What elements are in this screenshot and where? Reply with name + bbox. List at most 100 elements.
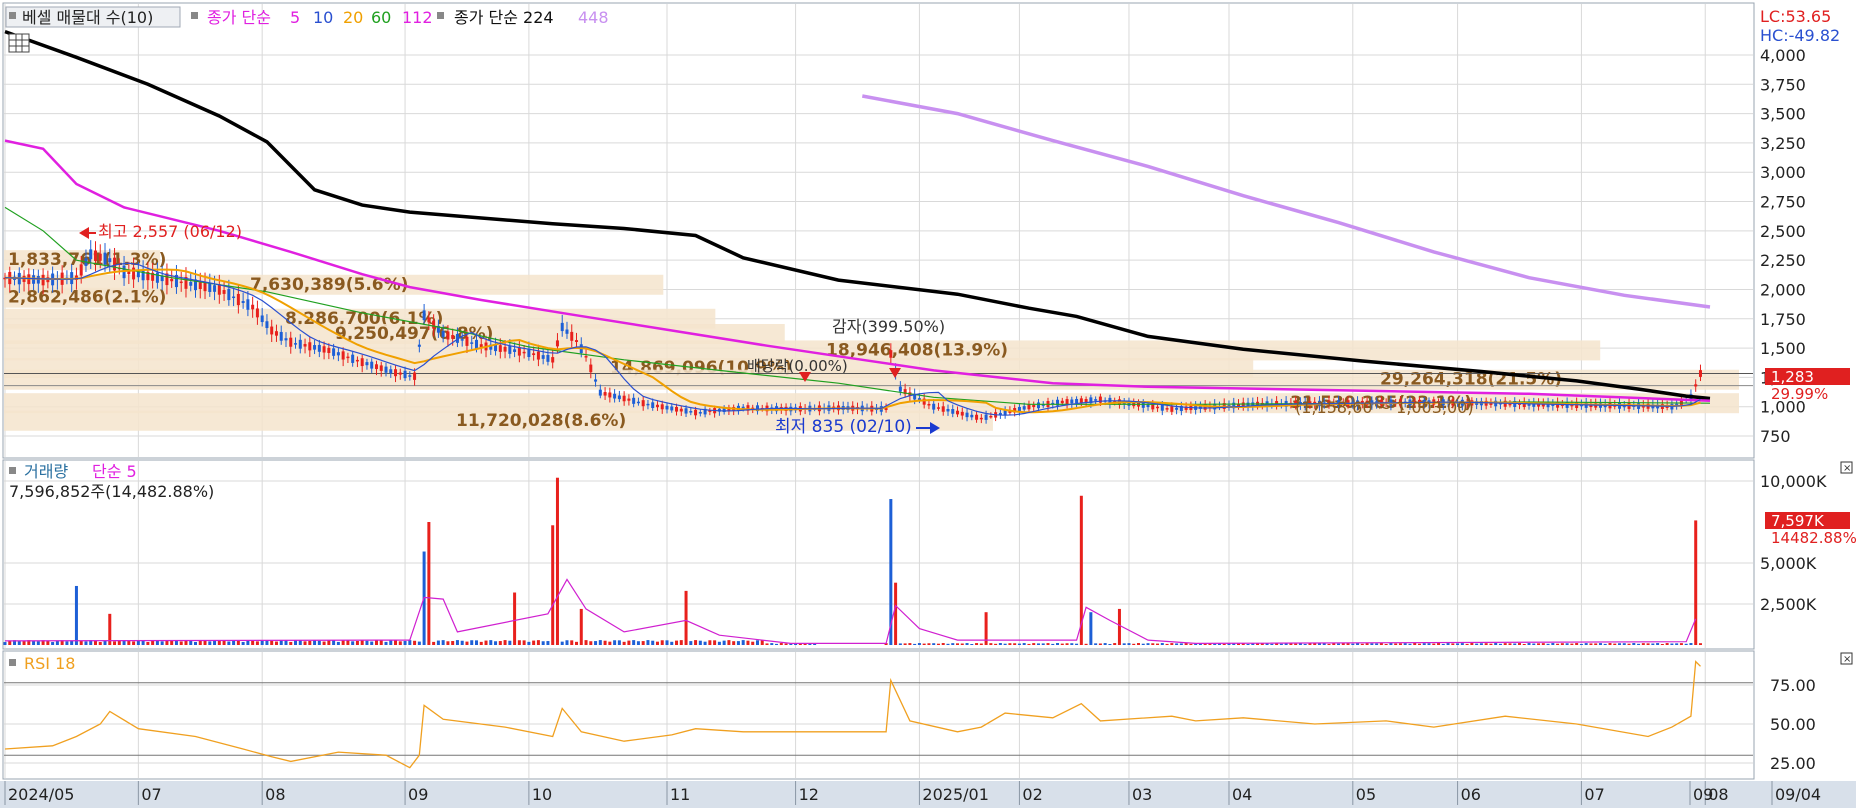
volume-bar <box>936 643 940 645</box>
candle-body <box>470 342 474 344</box>
volume-bar <box>1465 643 1469 645</box>
volume-bar <box>584 640 588 645</box>
candle-body <box>1698 370 1702 377</box>
candle-body <box>1141 402 1145 408</box>
volume-bar <box>1437 643 1441 645</box>
volume-bar <box>670 641 674 645</box>
volume-bar <box>1532 643 1536 645</box>
candle-body <box>670 406 674 411</box>
candle-body <box>313 345 317 350</box>
volume-bar <box>1575 643 1579 645</box>
candle-body <box>1060 400 1064 404</box>
volume-bar <box>1584 643 1588 645</box>
candle-body <box>551 357 555 363</box>
volume-bar <box>289 641 293 645</box>
price-badge-pct: 29.99% <box>1771 385 1828 403</box>
candle-body <box>289 337 293 347</box>
volume-bar <box>446 641 450 645</box>
candle-body <box>103 252 107 265</box>
date-tick-label: 2025/01 <box>922 785 988 804</box>
volume-bar <box>1051 643 1055 645</box>
legend-ma-label[interactable]: 종가 단순 <box>207 8 271 27</box>
legend-ma60[interactable]: 60 <box>371 8 391 27</box>
lc-readout: LC:53.65 <box>1760 7 1831 26</box>
candle-body <box>284 338 288 341</box>
volume-bar <box>1170 643 1174 645</box>
candle-body <box>603 392 607 396</box>
volume-bar <box>894 582 898 645</box>
candle-body <box>1146 404 1150 408</box>
candle-body <box>384 366 388 373</box>
legend-ma224[interactable]: 종가 단순 224 <box>454 8 554 27</box>
candle-body <box>208 283 212 292</box>
rsi-panel-close-button[interactable]: × <box>1840 652 1853 665</box>
volume-panel-close-button[interactable]: × <box>1840 461 1853 474</box>
volume-bar <box>236 640 240 645</box>
candle-body <box>1165 408 1169 410</box>
price-tick-label: 1,750 <box>1760 310 1806 329</box>
candle-body <box>641 400 645 407</box>
legend-profile-label[interactable]: 베셀 매물대 수(10) <box>22 8 153 27</box>
volume-bar <box>1146 643 1150 645</box>
legend-ma5[interactable]: 5 <box>290 8 300 27</box>
volume-bar <box>1017 643 1021 645</box>
volume-bar <box>1389 643 1393 645</box>
volume-bar <box>327 640 331 645</box>
volume-bar <box>403 641 407 645</box>
candle-body <box>989 415 993 418</box>
volume-bar <box>32 640 36 645</box>
volume-bar <box>322 641 326 645</box>
candle-body <box>427 317 431 323</box>
legend-ma112[interactable]: 112 <box>402 8 433 27</box>
volume-bar <box>1594 643 1598 645</box>
volume-bar <box>1151 643 1155 645</box>
volume-bar <box>213 640 217 645</box>
candle-body <box>1094 399 1098 401</box>
rsi-title[interactable]: RSI 18 <box>24 654 75 673</box>
volume-bar <box>713 640 717 645</box>
volume-bar <box>527 641 531 645</box>
volume-bar <box>632 640 636 645</box>
volume-bar <box>1160 643 1164 645</box>
volume-bar <box>1541 643 1545 645</box>
candle-body <box>355 359 359 362</box>
volume-bar <box>1408 643 1412 645</box>
volume-bar <box>303 641 307 645</box>
candle-body <box>389 369 393 374</box>
volume-title[interactable]: 거래량 <box>24 462 68 481</box>
volume-bar <box>1503 643 1507 645</box>
legend-ma10[interactable]: 10 <box>313 8 333 27</box>
volume-ma-title[interactable]: 단순 5 <box>92 462 137 481</box>
profile-label: 7,630,389(5.6%) <box>250 275 408 295</box>
candle-body <box>679 408 683 412</box>
volume-bar <box>1613 643 1617 645</box>
legend-ma20[interactable]: 20 <box>343 8 363 27</box>
table-icon[interactable] <box>8 33 30 53</box>
candle-body <box>694 409 698 416</box>
volume-bar <box>546 641 550 645</box>
volume-tick-label: 10,000K <box>1760 472 1827 491</box>
volume-bar <box>198 640 202 645</box>
candle-body <box>236 293 240 306</box>
candle-body <box>179 281 183 284</box>
volume-bar <box>1056 643 1060 645</box>
candle-body <box>41 274 45 286</box>
volume-bar <box>770 643 774 645</box>
chart-canvas[interactable]: 1,833,761(1.3%)7,630,389(5.6%)2,862,486(… <box>0 0 1856 808</box>
candle-body <box>513 349 517 352</box>
volume-bar <box>179 641 183 645</box>
volume-bar <box>1360 643 1364 645</box>
volume-bar <box>755 640 759 645</box>
candle-body <box>608 392 612 398</box>
trailing-profile-label: (1,158,60 ~ 1,003,00) <box>1295 398 1474 417</box>
candle-body <box>617 395 621 400</box>
volume-bar <box>1046 643 1050 645</box>
volume-bar <box>1294 643 1298 645</box>
volume-bar <box>708 640 712 645</box>
volume-tick-label: 2,500K <box>1760 595 1817 614</box>
legend-ma448[interactable]: 448 <box>578 8 609 27</box>
candle-body <box>660 404 664 410</box>
candle-body <box>398 372 402 375</box>
volume-tick-label: 5,000K <box>1760 554 1817 573</box>
volume-bar <box>979 643 983 645</box>
